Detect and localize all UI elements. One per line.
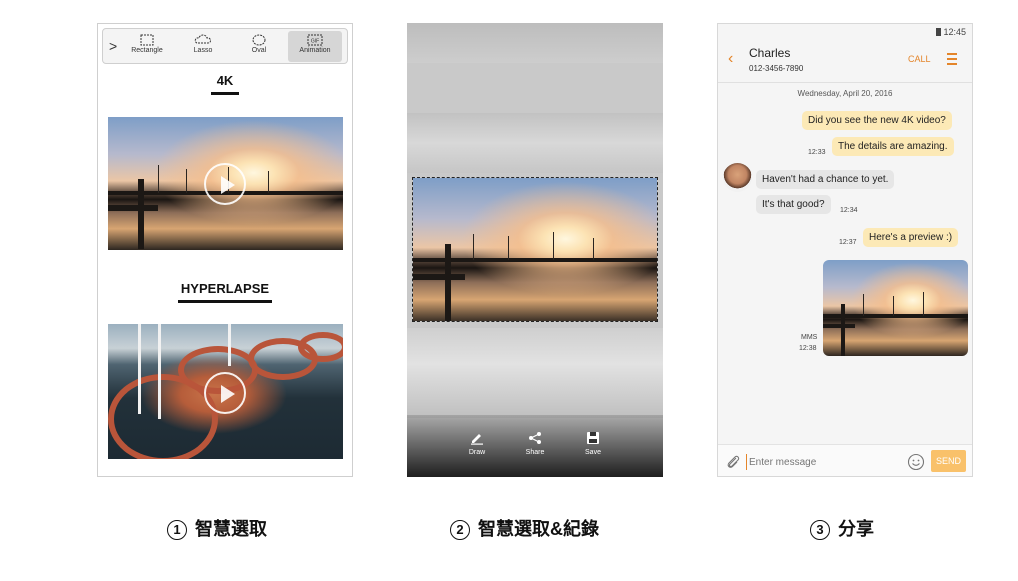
contact-phone: 012-3456-7890 (749, 64, 804, 73)
boat-mast (923, 292, 924, 316)
mms-time: 12:38 (799, 345, 817, 352)
mms-label: MMS (801, 334, 818, 341)
call-button[interactable]: CALL (908, 54, 931, 64)
menu-icon[interactable] (947, 53, 957, 68)
section-title-hyperlapse: HYPERLAPSE (180, 281, 270, 296)
action-label: Save (585, 449, 601, 456)
selection-region[interactable] (412, 177, 658, 322)
step-number: 3 (810, 520, 830, 540)
video-thumbnail-4k[interactable] (108, 117, 343, 250)
gif-animation-icon: GIF (307, 34, 323, 46)
caption-step-1: 1 智慧選取 (167, 515, 267, 541)
contact-avatar[interactable] (723, 163, 752, 192)
caption-text: 分享 (838, 519, 874, 539)
emoji-icon[interactable] (907, 453, 925, 471)
compose-bar: SEND (718, 444, 972, 476)
title-underline (211, 92, 239, 95)
boat-mast (158, 165, 159, 193)
pier-post (841, 304, 845, 356)
mms-image[interactable] (823, 260, 968, 356)
boat-mast (593, 238, 594, 260)
message-outgoing[interactable]: Here's a preview :) (863, 228, 959, 247)
message-outgoing[interactable]: The details are amazing. (832, 137, 954, 156)
draw-button[interactable]: Draw (457, 431, 497, 456)
step-number: 2 (450, 520, 470, 540)
lasso-select-icon (194, 34, 211, 44)
message-time: 12:33 (808, 149, 826, 156)
bridge-pole (138, 324, 141, 414)
pier-post (138, 179, 144, 249)
boat-mast (473, 234, 474, 260)
action-bar: Draw Share Save (407, 415, 663, 477)
message-incoming[interactable]: Haven't had a chance to yet. (756, 170, 895, 189)
oval-select-icon (252, 34, 266, 46)
boat-mast (893, 296, 894, 316)
message-time: 12:34 (840, 207, 858, 214)
battery-icon (936, 28, 942, 36)
section-title-4k: 4K (216, 73, 234, 88)
selected-video-frame (413, 178, 657, 321)
message-input[interactable] (746, 454, 896, 470)
attach-icon[interactable] (726, 454, 740, 470)
tool-label: Lasso (193, 47, 213, 54)
status-bar: 12:45 (936, 27, 966, 37)
action-label: Share (525, 449, 545, 456)
step-number: 1 (167, 520, 187, 540)
messaging-screen: 12:45 ‹ Charles 012-3456-7890 CALL Wedne… (717, 23, 973, 477)
play-icon[interactable] (204, 163, 246, 205)
status-time: 12:45 (943, 27, 966, 37)
message-outgoing[interactable]: Did you see the new 4K video? (802, 111, 952, 130)
share-icon (529, 432, 541, 444)
tool-label: Animation (299, 47, 331, 54)
blurred-background (407, 23, 663, 63)
play-icon[interactable] (204, 372, 246, 414)
svg-text:GIF: GIF (311, 39, 319, 45)
video-thumbnail-hyperlapse[interactable] (108, 324, 343, 459)
title-underline (178, 300, 272, 303)
blurred-background (407, 328, 663, 418)
caption-text: 智慧選取&紀錄 (478, 519, 599, 539)
message-time: 12:37 (839, 239, 857, 246)
pier (108, 205, 158, 211)
date-separator: Wednesday, April 20, 2016 (797, 89, 893, 98)
boat-mast (553, 232, 554, 260)
tool-label: Rectangle (131, 47, 163, 54)
save-button[interactable]: Save (573, 431, 613, 456)
smart-select-screen: > Rectangle Lasso Oval GIF Animation 4K … (97, 23, 353, 477)
caption-step-2: 2 智慧選取&紀錄 (450, 515, 599, 541)
rectangle-tool-button[interactable]: Rectangle (120, 31, 174, 62)
animation-tool-button[interactable]: GIF Animation (288, 31, 342, 62)
contact-name: Charles (749, 46, 791, 60)
bridge-pole (228, 324, 231, 366)
pier (413, 274, 465, 280)
pier-post (445, 244, 451, 321)
pen-icon (471, 434, 483, 445)
bridge-ring (298, 332, 343, 362)
smart-select-record-screen: Draw Share Save (407, 23, 663, 477)
pier (823, 324, 855, 328)
boat-mast (863, 294, 864, 316)
oval-tool-button[interactable]: Oval (232, 31, 286, 62)
save-icon (587, 432, 599, 444)
bridge-pole (158, 324, 161, 419)
header-divider (718, 82, 972, 83)
action-label: Draw (468, 449, 486, 456)
boat-mast (186, 169, 187, 193)
caption-text: 智慧選取 (195, 519, 267, 539)
boat-mast (268, 171, 269, 193)
share-button[interactable]: Share (515, 431, 555, 456)
blurred-background (407, 113, 663, 173)
caption-step-3: 3 分享 (810, 515, 874, 541)
boat-mast (508, 236, 509, 260)
send-button[interactable]: SEND (931, 450, 966, 472)
smart-select-toolbar: > Rectangle Lasso Oval GIF Animation (102, 28, 348, 64)
lasso-tool-button[interactable]: Lasso (176, 31, 230, 62)
rectangle-select-icon (140, 34, 154, 46)
back-arrow-icon[interactable]: ‹ (728, 51, 733, 67)
message-incoming[interactable]: It's that good? (756, 195, 831, 214)
tool-label: Oval (251, 47, 267, 54)
chevron-right-icon[interactable]: > (109, 39, 117, 53)
